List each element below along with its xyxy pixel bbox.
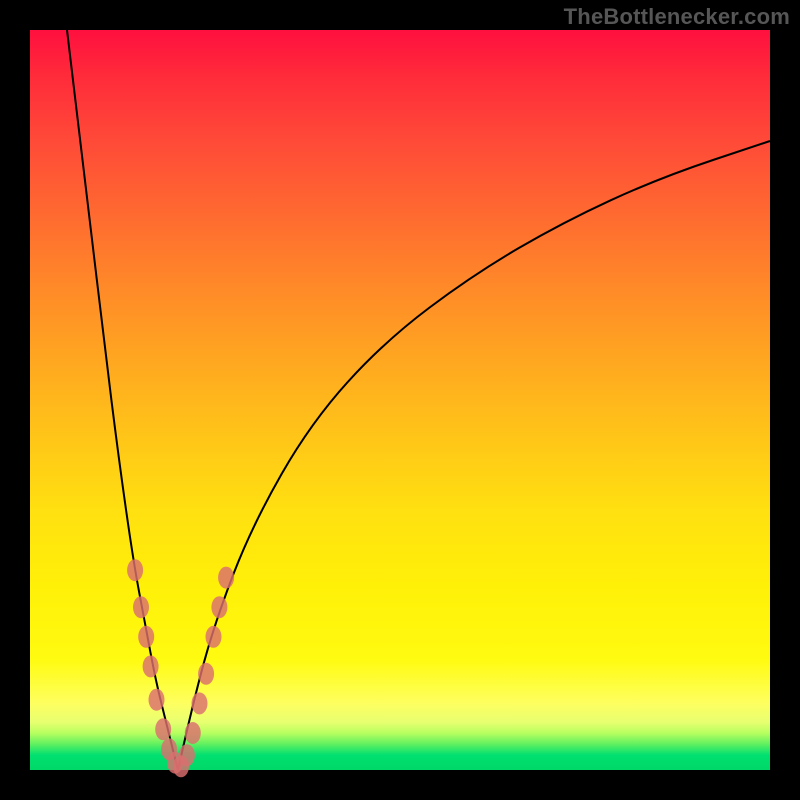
sample-point	[143, 655, 159, 677]
sample-point	[179, 744, 195, 766]
sample-point-markers	[127, 559, 234, 777]
plot-area	[30, 30, 770, 770]
sample-point	[138, 626, 154, 648]
chart-frame: TheBottlenecker.com	[0, 0, 800, 800]
chart-svg	[30, 30, 770, 770]
sample-point	[155, 718, 171, 740]
sample-point	[198, 663, 214, 685]
sample-point	[185, 722, 201, 744]
sample-point	[206, 626, 222, 648]
series-left-branch	[67, 30, 178, 770]
sample-point	[211, 596, 227, 618]
sample-point	[127, 559, 143, 581]
watermark-text: TheBottlenecker.com	[564, 4, 790, 30]
sample-point	[218, 567, 234, 589]
sample-point	[133, 596, 149, 618]
sample-point	[149, 689, 165, 711]
sample-point	[192, 692, 208, 714]
series-right-branch	[178, 141, 770, 770]
